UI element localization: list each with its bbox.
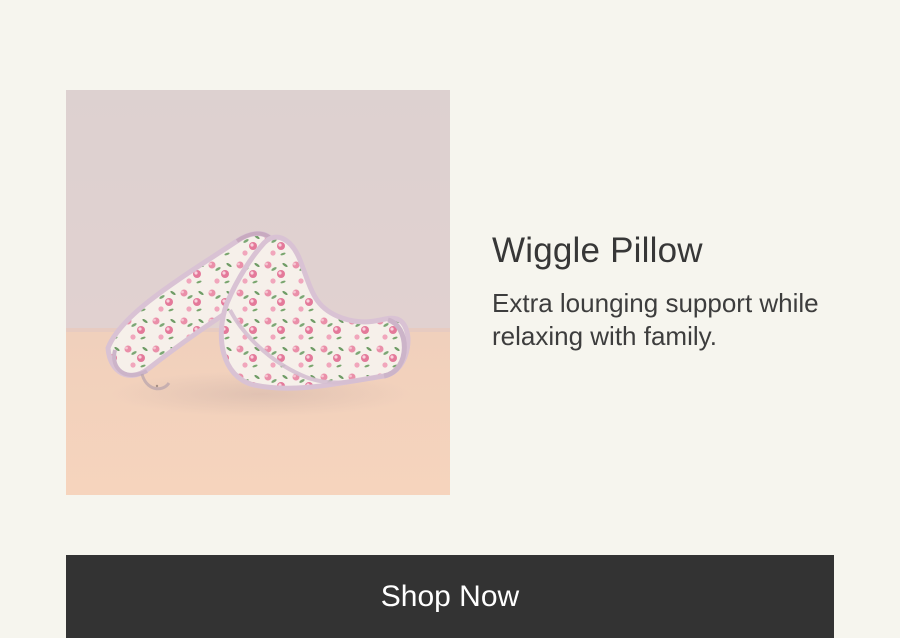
floral-pillow-illustration [66, 90, 450, 495]
product-card: Wiggle Pillow Extra lounging support whi… [0, 0, 900, 638]
product-description: Extra lounging support while relaxing wi… [492, 287, 819, 352]
product-title: Wiggle Pillow [492, 231, 703, 270]
shop-now-button[interactable]: Shop Now [66, 555, 834, 638]
product-copy: Wiggle Pillow Extra lounging support whi… [492, 231, 852, 354]
product-image [66, 90, 450, 495]
